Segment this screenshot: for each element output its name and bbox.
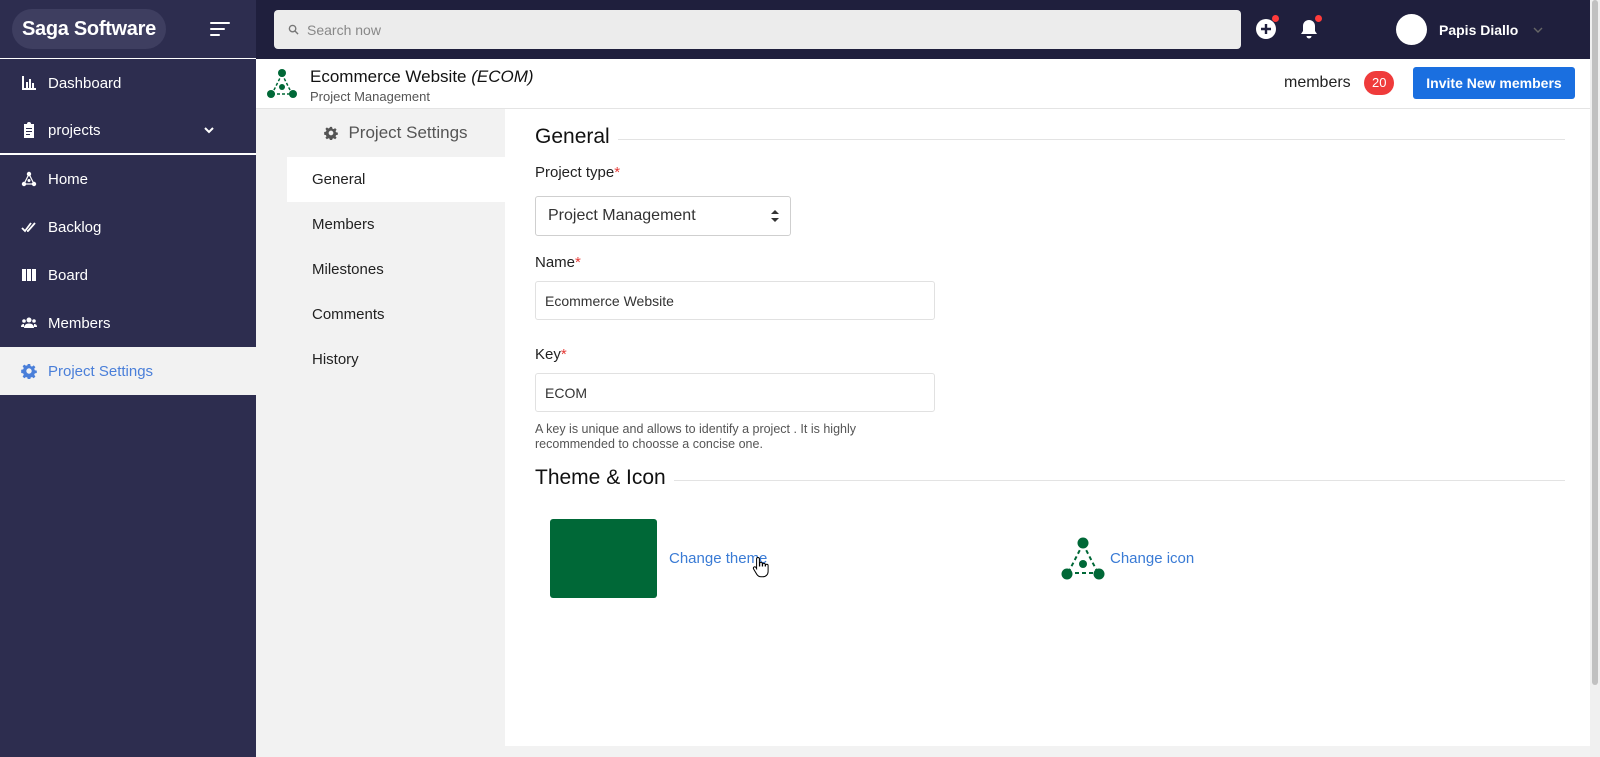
select-value: Project Management bbox=[548, 207, 696, 224]
brand-logo[interactable]: Saga Software bbox=[12, 9, 166, 49]
settings-menu-title-label: Project Settings bbox=[348, 123, 468, 142]
sidebar-item-project-settings[interactable]: Project Settings bbox=[0, 347, 256, 395]
tab-comments[interactable]: Comments bbox=[287, 292, 505, 337]
search-input[interactable] bbox=[307, 21, 1207, 38]
columns-icon bbox=[20, 266, 38, 284]
change-icon-link[interactable]: Change icon bbox=[1110, 550, 1194, 567]
label-text: Key bbox=[535, 346, 561, 363]
sidebar-item-board[interactable]: Board bbox=[0, 251, 256, 299]
general-section-title: General bbox=[535, 125, 1565, 149]
project-key: (ECOM) bbox=[471, 67, 534, 86]
project-network-icon bbox=[20, 170, 38, 188]
tab-milestones[interactable]: Milestones bbox=[287, 247, 505, 292]
user-menu[interactable]: Papis Diallo bbox=[1396, 14, 1544, 45]
gear-icon bbox=[20, 362, 38, 380]
brand-row: Saga Software bbox=[0, 0, 256, 59]
settings-menu: Project Settings General Members Milesto… bbox=[287, 109, 505, 757]
sidebar-item-label: Backlog bbox=[48, 218, 102, 236]
settings-content: General Project type* Project Management… bbox=[505, 109, 1590, 746]
required-mark: * bbox=[614, 164, 621, 181]
sidebar-item-projects[interactable]: projects bbox=[0, 107, 256, 155]
project-network-icon[interactable] bbox=[1060, 537, 1106, 581]
users-icon bbox=[20, 314, 38, 332]
clipboard-icon bbox=[20, 121, 38, 139]
project-type-label: Project type* bbox=[535, 164, 620, 181]
hand-cursor-icon bbox=[752, 556, 769, 578]
page-scrollbar[interactable] bbox=[1590, 0, 1600, 757]
tab-members[interactable]: Members bbox=[287, 202, 505, 247]
project-network-icon bbox=[267, 69, 297, 98]
sidebar-item-dashboard[interactable]: Dashboard bbox=[0, 59, 256, 107]
notification-dot bbox=[1272, 15, 1279, 22]
section-title-text: Theme & Icon bbox=[535, 466, 666, 489]
members-label: members bbox=[1284, 74, 1351, 91]
chart-icon bbox=[20, 74, 38, 92]
sidebar-item-backlog[interactable]: Backlog bbox=[0, 203, 256, 251]
search-bar[interactable] bbox=[274, 10, 1241, 49]
sidebar-item-label: Project Settings bbox=[48, 362, 154, 380]
key-help-text: A key is unique and allows to identify a… bbox=[535, 422, 857, 451]
sidebar-item-label: Home bbox=[48, 170, 89, 188]
notifications-button[interactable] bbox=[1297, 15, 1322, 41]
menu-toggle-icon[interactable] bbox=[210, 22, 232, 38]
settings-menu-title: Project Settings bbox=[287, 109, 505, 157]
theme-section-title: Theme & Icon bbox=[535, 466, 1565, 490]
search-icon bbox=[288, 24, 299, 35]
select-arrows-icon bbox=[771, 210, 779, 222]
sidebar-item-label: projects bbox=[48, 121, 101, 139]
label-text: Project type bbox=[535, 164, 615, 181]
key-field[interactable] bbox=[535, 373, 935, 412]
invite-members-button[interactable]: Invite New members bbox=[1413, 67, 1575, 99]
required-mark: * bbox=[575, 254, 581, 271]
members-count-badge[interactable]: 20 bbox=[1364, 71, 1395, 95]
project-header: Ecommerce Website (ECOM) Project Managem… bbox=[256, 59, 1590, 109]
tab-general[interactable]: General bbox=[287, 157, 505, 202]
label-text: Name bbox=[535, 254, 576, 271]
chevron-down-icon[interactable] bbox=[1532, 24, 1544, 36]
project-title: Ecommerce Website (ECOM) bbox=[310, 67, 534, 87]
project-type-select[interactable]: Project Management bbox=[535, 196, 791, 236]
sidebar-item-label: Dashboard bbox=[48, 74, 122, 92]
add-button[interactable] bbox=[1254, 15, 1279, 41]
sidebar-item-home[interactable]: Home bbox=[0, 155, 256, 203]
name-label: Name* bbox=[535, 254, 581, 271]
gear-icon bbox=[324, 126, 339, 140]
scrollbar-thumb[interactable] bbox=[1592, 0, 1598, 685]
avatar[interactable] bbox=[1396, 14, 1427, 45]
sidebar-item-label: Members bbox=[48, 314, 111, 332]
section-title-text: General bbox=[535, 125, 610, 148]
sidebar: Saga Software Dashboard projects Home Ba… bbox=[0, 0, 256, 757]
double-check-icon bbox=[20, 218, 38, 236]
notification-dot bbox=[1315, 15, 1322, 22]
project-type-subtitle: Project Management bbox=[310, 89, 430, 104]
name-field[interactable] bbox=[535, 281, 935, 320]
project-name: Ecommerce Website bbox=[310, 67, 467, 86]
top-bar: Papis Diallo bbox=[256, 0, 1600, 59]
key-label: Key* bbox=[535, 346, 567, 363]
theme-color-swatch[interactable] bbox=[550, 519, 657, 598]
sidebar-item-members[interactable]: Members bbox=[0, 299, 256, 347]
sidebar-item-label: Board bbox=[48, 266, 89, 284]
tab-history[interactable]: History bbox=[287, 337, 505, 382]
required-mark: * bbox=[560, 346, 567, 363]
chevron-down-icon[interactable] bbox=[203, 124, 215, 136]
user-name: Papis Diallo bbox=[1439, 21, 1519, 38]
